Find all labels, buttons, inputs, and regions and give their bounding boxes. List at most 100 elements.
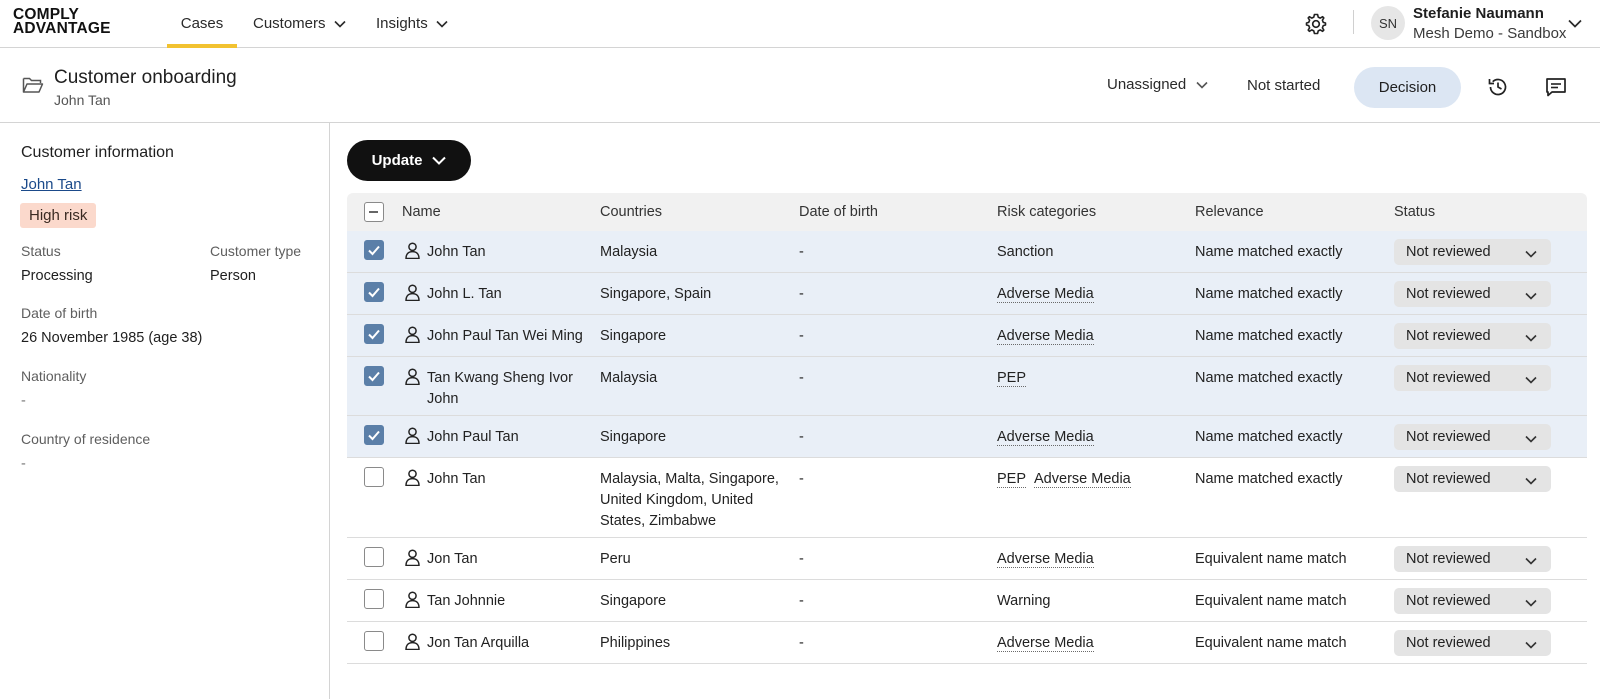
brand-line-2: ADVANTAGE bbox=[13, 20, 111, 37]
review-status-dropdown[interactable]: Not reviewed bbox=[1394, 466, 1551, 492]
chevron-down-icon bbox=[1525, 553, 1537, 569]
row-checkbox[interactable] bbox=[364, 324, 384, 344]
match-dob: - bbox=[799, 551, 804, 567]
row-checkbox[interactable] bbox=[364, 425, 384, 445]
match-dob: - bbox=[799, 471, 804, 487]
row-checkbox[interactable] bbox=[364, 366, 384, 386]
settings-gear-icon[interactable] bbox=[1304, 12, 1328, 36]
person-icon bbox=[405, 326, 420, 346]
nav-tab-insights[interactable]: Insights bbox=[376, 0, 448, 47]
decision-button[interactable]: Decision bbox=[1354, 67, 1461, 108]
table-row[interactable]: Jon Tan Peru - Adverse Media Equivalent name… bbox=[347, 538, 1587, 580]
folder-icon bbox=[22, 76, 44, 97]
history-icon[interactable] bbox=[1487, 76, 1509, 101]
header-relevance[interactable]: Relevance bbox=[1195, 204, 1264, 220]
match-relevance: Name matched exactly bbox=[1195, 471, 1343, 487]
match-relevance: Name matched exactly bbox=[1195, 429, 1343, 445]
match-name[interactable]: John Tan bbox=[427, 242, 605, 263]
match-name[interactable]: John Tan bbox=[427, 469, 605, 490]
match-risk-categories: Sanction bbox=[997, 242, 1053, 263]
risk-category-link[interactable]: Adverse Media bbox=[997, 286, 1094, 303]
risk-category-link[interactable]: Adverse Media bbox=[1034, 471, 1131, 488]
table-row[interactable]: Tan Johnnie Singapore - Warning Equivalent n… bbox=[347, 580, 1587, 622]
nationality-label: Nationality bbox=[21, 368, 87, 384]
update-button-label: Update bbox=[371, 152, 423, 169]
row-checkbox[interactable] bbox=[364, 547, 384, 567]
row-checkbox[interactable] bbox=[364, 589, 384, 609]
review-status-dropdown[interactable]: Not reviewed bbox=[1394, 424, 1551, 450]
assignee-dropdown[interactable]: Unassigned bbox=[1107, 76, 1208, 93]
customer-type-label: Customer type bbox=[210, 243, 302, 259]
table-row[interactable]: John L. Tan Singapore, Spain - Adverse Medi… bbox=[347, 273, 1587, 315]
table-row[interactable]: John Tan Malaysia, Malta, Singapore, Unit… bbox=[347, 458, 1587, 538]
row-checkbox[interactable] bbox=[364, 467, 384, 487]
header-risk[interactable]: Risk categories bbox=[997, 204, 1096, 220]
match-countries: Malaysia bbox=[600, 244, 658, 260]
match-risk-categories: PEP Adverse Media bbox=[997, 469, 1139, 490]
match-dob: - bbox=[799, 244, 804, 260]
review-status-dropdown[interactable]: Not reviewed bbox=[1394, 630, 1551, 656]
row-checkbox[interactable] bbox=[364, 631, 384, 651]
person-icon bbox=[405, 427, 420, 447]
status-label: Status bbox=[21, 243, 61, 259]
match-risk-categories: Adverse Media bbox=[997, 549, 1102, 570]
match-name[interactable]: Tan Johnnie bbox=[427, 591, 605, 612]
header-dob[interactable]: Date of birth bbox=[799, 204, 878, 220]
review-status-dropdown[interactable]: Not reviewed bbox=[1394, 546, 1551, 572]
review-status-dropdown[interactable]: Not reviewed bbox=[1394, 281, 1551, 307]
nav-tab-customers[interactable]: Customers bbox=[253, 0, 346, 47]
table-row[interactable]: John Tan Malaysia - Sanction Name matched ex… bbox=[347, 231, 1587, 273]
chevron-down-icon bbox=[1525, 637, 1537, 653]
residence-value: - bbox=[21, 456, 26, 472]
table-row[interactable]: Jon Tan Arquilla Philippines - Adverse Medi… bbox=[347, 622, 1587, 664]
customer-name-link[interactable]: John Tan bbox=[21, 176, 82, 193]
checkmark-icon bbox=[368, 430, 380, 441]
match-name[interactable]: John Paul Tan bbox=[427, 427, 605, 448]
risk-category-link[interactable]: Adverse Media bbox=[997, 429, 1094, 446]
user-menu-chevron-down-icon[interactable] bbox=[1568, 15, 1582, 31]
match-relevance: Equivalent name match bbox=[1195, 593, 1347, 609]
review-status-value: Not reviewed bbox=[1406, 635, 1491, 651]
person-icon bbox=[405, 549, 420, 569]
row-checkbox[interactable] bbox=[364, 240, 384, 260]
nav-tab-customers-label: Customers bbox=[253, 15, 326, 32]
review-status-value: Not reviewed bbox=[1406, 244, 1491, 260]
match-name[interactable]: Jon Tan Arquilla bbox=[427, 633, 605, 654]
comment-icon[interactable] bbox=[1545, 76, 1567, 101]
match-dob: - bbox=[799, 370, 804, 386]
header-status[interactable]: Status bbox=[1394, 204, 1435, 220]
risk-category-link[interactable]: PEP bbox=[997, 370, 1027, 387]
risk-category-link[interactable]: Adverse Media bbox=[997, 551, 1094, 568]
review-status-value: Not reviewed bbox=[1406, 471, 1491, 487]
match-name[interactable]: Jon Tan bbox=[427, 549, 605, 570]
risk-category-link[interactable]: PEP bbox=[997, 471, 1027, 488]
risk-category-link[interactable]: Adverse Media bbox=[997, 635, 1094, 652]
match-name[interactable]: Tan Kwang Sheng Ivor John bbox=[427, 368, 605, 410]
match-name[interactable]: John Paul Tan Wei Ming bbox=[427, 326, 605, 347]
table-row[interactable]: John Paul Tan Wei Ming Singapore - Adverse … bbox=[347, 315, 1587, 357]
match-name[interactable]: John L. Tan bbox=[427, 284, 605, 305]
review-status-dropdown[interactable]: Not reviewed bbox=[1394, 323, 1551, 349]
table-row[interactable]: Tan Kwang Sheng Ivor John Malaysia - PEP Nam… bbox=[347, 357, 1587, 416]
nationality-value: - bbox=[21, 393, 26, 409]
chevron-down-icon bbox=[432, 156, 447, 165]
chevron-down-icon bbox=[1196, 81, 1208, 89]
match-countries: Philippines bbox=[600, 635, 671, 651]
review-status-value: Not reviewed bbox=[1406, 328, 1491, 344]
header-countries[interactable]: Countries bbox=[600, 204, 662, 220]
review-status-dropdown[interactable]: Not reviewed bbox=[1394, 588, 1551, 614]
nav-tab-cases[interactable]: Cases bbox=[167, 0, 237, 48]
review-status-dropdown[interactable]: Not reviewed bbox=[1394, 239, 1551, 265]
case-header: Customer onboarding John Tan Unassigned … bbox=[0, 48, 1600, 123]
header-name[interactable]: Name bbox=[402, 204, 441, 220]
user-avatar[interactable]: SN bbox=[1371, 6, 1405, 40]
row-checkbox[interactable] bbox=[364, 282, 384, 302]
table-row[interactable]: John Paul Tan Singapore - Adverse Media Name… bbox=[347, 416, 1587, 458]
match-dob: - bbox=[799, 328, 804, 344]
brand-logo[interactable]: COMPLY ADVANTAGE bbox=[13, 7, 111, 37]
select-all-checkbox[interactable] bbox=[364, 202, 384, 222]
review-status-dropdown[interactable]: Not reviewed bbox=[1394, 365, 1551, 391]
match-dob: - bbox=[799, 593, 804, 609]
update-button[interactable]: Update bbox=[347, 140, 471, 181]
risk-category-link[interactable]: Adverse Media bbox=[997, 328, 1094, 345]
